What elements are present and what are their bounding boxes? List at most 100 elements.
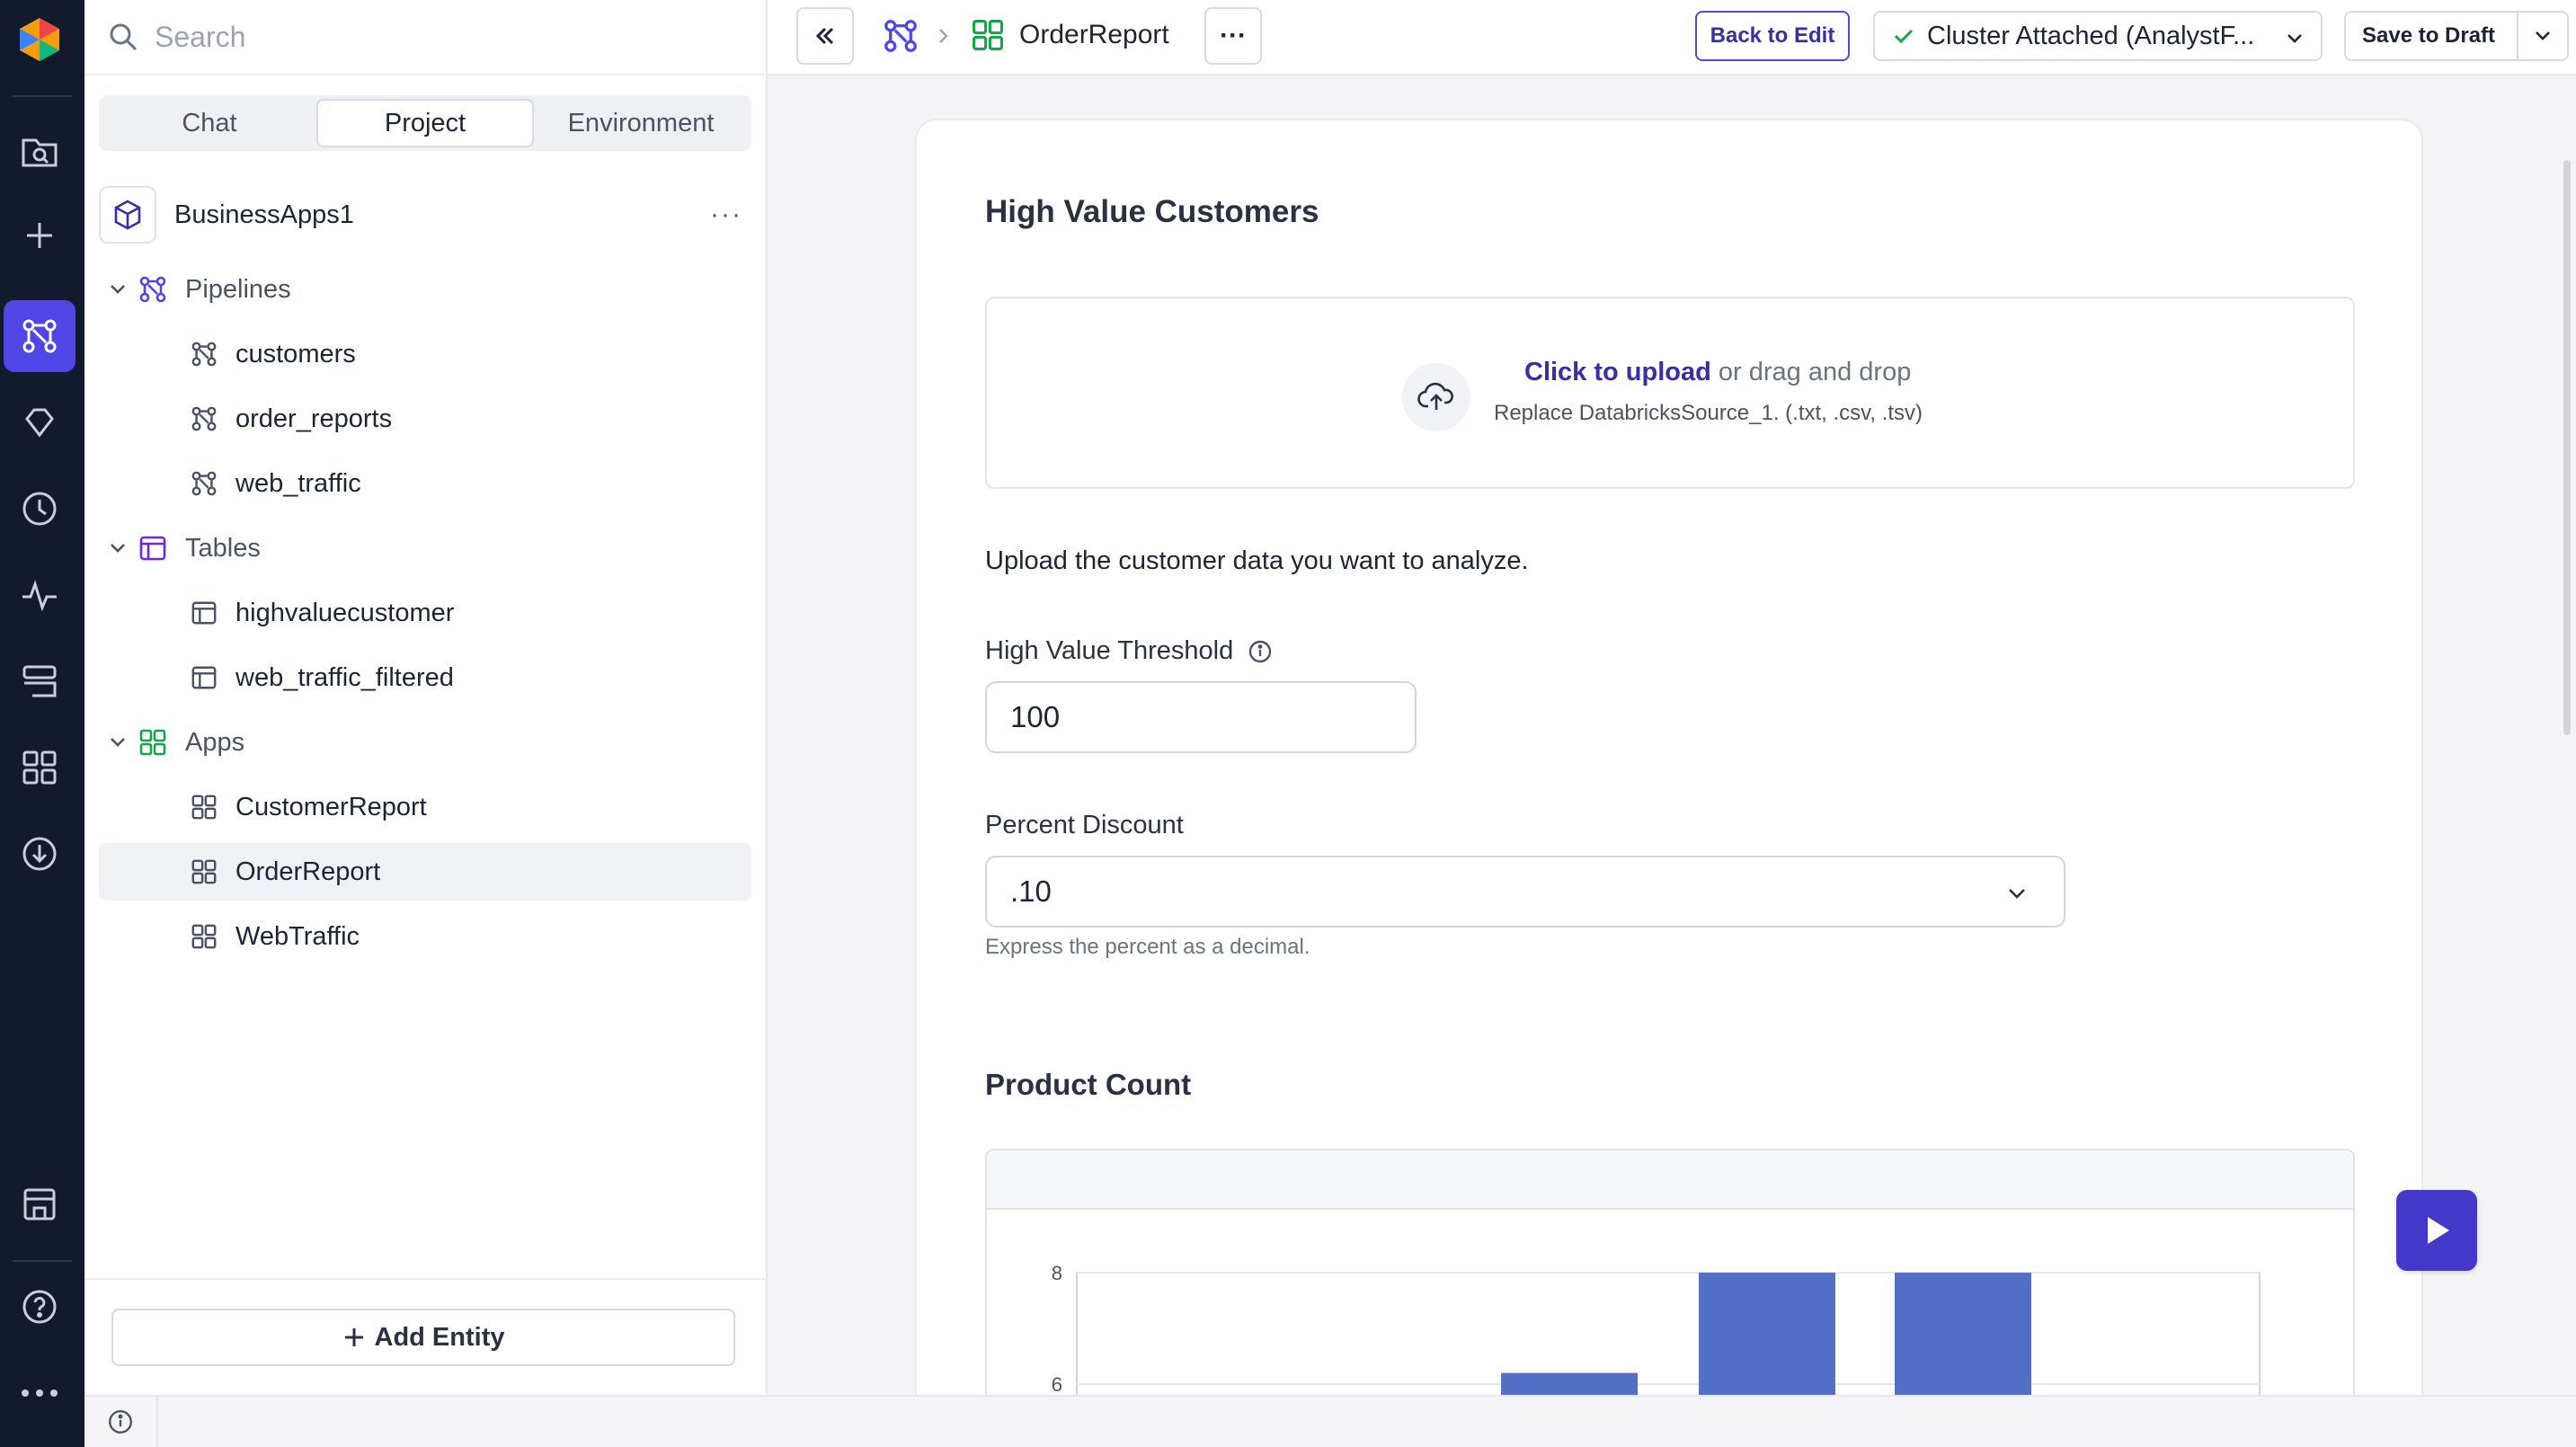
chevron-down-icon: [2536, 31, 2550, 40]
browse-files-icon[interactable]: [4, 115, 76, 187]
tree-item-web-traffic[interactable]: web_traffic: [99, 455, 751, 512]
tree-group-tables[interactable]: Tables: [99, 519, 751, 577]
upload-hint: Replace DatabricksSource_1. (.txt, .csv,…: [1494, 401, 1923, 425]
app-grid-icon: [139, 729, 166, 756]
app-rail: [0, 0, 84, 1447]
save-to-draft-label: Save to Draft: [2362, 23, 2496, 48]
tree-item-label: WebTraffic: [235, 921, 360, 951]
app-preview-area: High Value Customers Click to upload or …: [768, 75, 2576, 1447]
upload-description: Upload the customer data you want to ana…: [985, 546, 1529, 575]
add-entity-label: Add Entity: [374, 1322, 505, 1352]
pipeline-icon: [191, 406, 217, 431]
search-input[interactable]: Search: [155, 21, 245, 54]
tab-chat[interactable]: Chat: [102, 99, 316, 147]
chevron-down-icon: [111, 544, 125, 553]
project-name: BusinessApps1: [174, 200, 354, 229]
info-icon[interactable]: [1248, 639, 1273, 664]
history-clock-icon[interactable]: [4, 473, 76, 545]
breadcrumb-current: OrderReport: [1019, 20, 1169, 49]
tree-item-orderreport[interactable]: OrderReport: [99, 843, 751, 901]
chart-y-tick-label: 8: [1052, 1262, 1062, 1284]
threshold-label: High Value Threshold: [985, 636, 1234, 665]
chevron-down-icon: [2009, 889, 2025, 899]
tree-item-label: customers: [235, 339, 356, 368]
project-more-button[interactable]: ···: [710, 200, 742, 230]
app-grid-icon: [191, 924, 217, 949]
card-title: High Value Customers: [985, 194, 1319, 229]
tree-item-label: web_traffic_filtered: [235, 662, 454, 692]
project-graph-icon[interactable]: [4, 300, 76, 372]
plus-icon: [344, 1328, 363, 1346]
percent-discount-select[interactable]: .10: [985, 856, 2065, 928]
tree-item-webtraffic[interactable]: WebTraffic: [99, 908, 751, 965]
marketplace-icon[interactable]: [4, 1168, 76, 1240]
cluster-status: Cluster Attached (AnalystF...: [1927, 21, 2255, 50]
tree-item-order-reports[interactable]: order_reports: [99, 390, 751, 448]
project-cube-icon: [99, 186, 156, 244]
save-to-draft-button[interactable]: Save to Draft: [2344, 11, 2569, 61]
help-icon[interactable]: [4, 1271, 76, 1343]
tree-group-label: Pipelines: [185, 274, 291, 304]
threshold-label-row: High Value Threshold: [985, 636, 1273, 666]
tree-item-label: order_reports: [235, 404, 393, 433]
chevron-down-icon: [2287, 34, 2302, 43]
upload-prompt-rest: or drag and drop: [1710, 358, 1912, 386]
create-icon[interactable]: [4, 200, 76, 271]
sidebar-tabs: Chat Project Environment: [99, 95, 751, 151]
breadcrumb-app-icon: [971, 18, 1005, 52]
tree-item-label: web_traffic: [235, 468, 361, 498]
app-card: High Value Customers Click to upload or …: [915, 119, 2423, 1447]
search-bar[interactable]: Search: [84, 0, 766, 75]
tree-item-web-traffic-filtered[interactable]: web_traffic_filtered: [99, 649, 751, 706]
table-icon: [191, 601, 217, 625]
threshold-input[interactable]: 100: [985, 681, 1417, 753]
back-to-edit-button[interactable]: Back to Edit: [1695, 11, 1850, 61]
tree-item-label: highvaluecustomer: [235, 598, 455, 627]
scroll-thumb[interactable]: [2563, 160, 2571, 735]
project-header[interactable]: BusinessApps1 ···: [99, 185, 751, 244]
collapse-sidebar-button[interactable]: [796, 7, 854, 65]
status-info-icon[interactable]: [84, 1397, 158, 1447]
tree-group-label: Apps: [185, 727, 245, 757]
app-logo-icon[interactable]: [4, 4, 76, 75]
tab-environment[interactable]: Environment: [534, 99, 748, 147]
tree-group-pipelines[interactable]: Pipelines: [99, 261, 751, 318]
app-grid-icon: [191, 859, 217, 884]
percent-discount-label: Percent Discount: [985, 811, 1184, 839]
chevron-down-icon: [111, 738, 125, 747]
apps-grid-icon[interactable]: [4, 732, 76, 803]
download-icon[interactable]: [4, 818, 76, 890]
click-to-upload-link[interactable]: Click to upload: [1524, 358, 1711, 386]
tab-project[interactable]: Project: [316, 99, 534, 147]
add-entity-button[interactable]: Add Entity: [111, 1309, 735, 1366]
run-button[interactable]: [2396, 1190, 2477, 1271]
tree-item-customers[interactable]: customers: [99, 325, 751, 383]
product-count-title: Product Count: [985, 1068, 1192, 1101]
breadcrumb-separator-icon: [935, 25, 951, 47]
tree-group-apps[interactable]: Apps: [99, 714, 751, 771]
gem-icon[interactable]: [4, 386, 76, 458]
more-options-icon[interactable]: [4, 1357, 76, 1429]
tree-item-customerreport[interactable]: CustomerReport: [99, 778, 751, 836]
breadcrumb-project-icon[interactable]: [883, 18, 919, 54]
activity-pulse-icon[interactable]: [4, 559, 76, 631]
deployments-icon[interactable]: [4, 645, 76, 717]
save-options-dropdown[interactable]: [2517, 13, 2567, 59]
search-icon: [110, 23, 138, 51]
play-icon: [2428, 1217, 2449, 1244]
double-chevron-left-icon: [815, 27, 834, 45]
table-icon: [191, 666, 217, 689]
file-upload-dropzone[interactable]: Click to upload or drag and drop Replace…: [985, 297, 2355, 489]
project-sidebar: Search Chat Project Environment Business…: [84, 0, 768, 1395]
top-bar: OrderReport ··· Back to Edit Cluster Att…: [768, 0, 2576, 75]
app-more-button[interactable]: ···: [1204, 7, 1262, 65]
tree-item-highvaluecustomer[interactable]: highvaluecustomer: [99, 584, 751, 642]
cluster-selector[interactable]: Cluster Attached (AnalystF...: [1873, 11, 2323, 61]
tree-group-label: Tables: [185, 533, 261, 563]
scrollbar[interactable]: [2558, 151, 2576, 1447]
percent-discount-help: Express the percent as a decimal.: [985, 935, 1310, 959]
chart-y-tick-label: 6: [1052, 1373, 1062, 1396]
app-grid-icon: [191, 795, 217, 820]
check-icon: [1894, 29, 1914, 44]
percent-discount-value: .10: [1010, 874, 1052, 908]
